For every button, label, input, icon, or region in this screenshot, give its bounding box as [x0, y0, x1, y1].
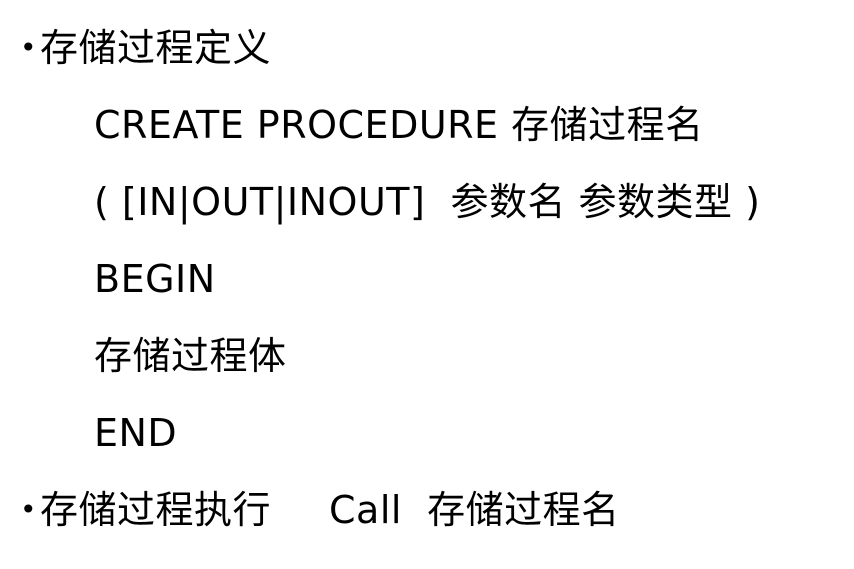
bullet-marker: •	[20, 31, 37, 64]
bullet-marker: •	[20, 493, 37, 526]
syntax-end-line: END	[94, 411, 178, 455]
call-syntax: Call 存储过程名	[329, 488, 620, 532]
syntax-body-line: 存储过程体	[94, 334, 287, 378]
syntax-create-line: CREATE PROCEDURE 存储过程名	[94, 103, 704, 147]
syntax-begin-line: BEGIN	[94, 257, 216, 301]
procedure-execution-line: 存储过程执行 Call 存储过程名	[40, 488, 620, 532]
procedure-definition-heading: 存储过程定义	[40, 26, 272, 70]
procedure-execution-heading: 存储过程执行	[40, 488, 272, 532]
syntax-parameter-line: ( [IN|OUT|INOUT] 参数名 参数类型 )	[94, 180, 761, 224]
